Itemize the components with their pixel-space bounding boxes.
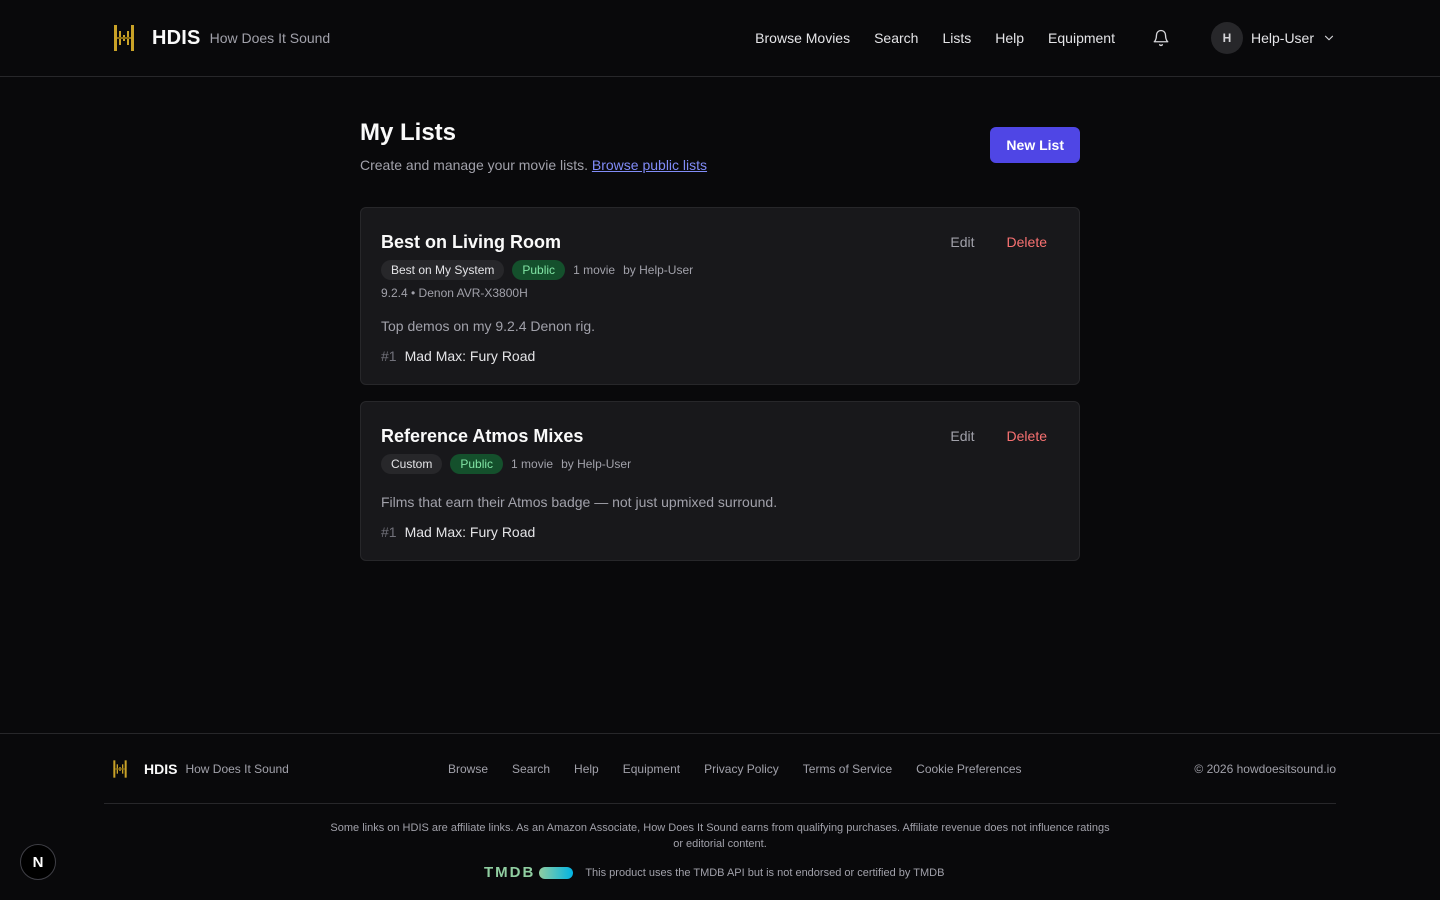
list-meta: Custom Public 1 movie by Help-User <box>381 454 1059 474</box>
brand-tagline: How Does It Sound <box>209 30 331 46</box>
edit-list-button[interactable]: Edit <box>950 428 974 444</box>
nav-equipment[interactable]: Equipment <box>1048 30 1115 46</box>
movie-count: 1 movie <box>573 263 616 277</box>
list-description: Films that earn their Atmos badge — not … <box>381 494 778 510</box>
movie-title: Mad Max: Fury Road <box>404 524 536 540</box>
user-menu-button[interactable]: H Help-User <box>1210 22 1336 54</box>
footer-link-help[interactable]: Help <box>574 762 599 776</box>
footer-link-search[interactable]: Search <box>512 762 550 776</box>
tmdb-pill-icon <box>539 866 574 879</box>
lists-container: Best on Living Room Edit Delete Best on … <box>360 207 1080 561</box>
footer-link-equipment[interactable]: Equipment <box>623 762 680 776</box>
list-actions: Edit Delete <box>950 234 1047 250</box>
movie-rank: #1 <box>381 348 397 364</box>
copyright: © 2026 howdoesitsound.io <box>1194 762 1336 776</box>
list-type-badge: Best on My System <box>381 260 505 280</box>
list-meta: Best on My System Public 1 movie by Help… <box>381 260 1059 280</box>
list-card: Reference Atmos Mixes Edit Delete Custom… <box>360 401 1080 561</box>
list-actions: Edit Delete <box>950 428 1047 444</box>
list-description: Top demos on my 9.2.4 Denon rig. <box>381 318 596 334</box>
hdis-logo-icon <box>114 25 134 51</box>
delete-list-button[interactable]: Delete <box>1007 428 1047 444</box>
page-subtitle: Create and manage your movie lists. Brow… <box>360 157 707 173</box>
movie-title: Mad Max: Fury Road <box>404 348 536 364</box>
footer-link-terms[interactable]: Terms of Service <box>803 762 892 776</box>
main-content: My Lists Create and manage your movie li… <box>360 77 1080 561</box>
list-item[interactable]: #1 Mad Max: Fury Road <box>381 524 1059 540</box>
main-nav: Browse Movies Search Lists Help Equipmen… <box>755 30 1115 46</box>
chevron-down-icon <box>1322 31 1336 45</box>
site-header: HDIS How Does It Sound Browse Movies Sea… <box>0 0 1440 77</box>
list-card: Best on Living Room Edit Delete Best on … <box>360 207 1080 385</box>
visibility-badge: Public <box>512 260 566 280</box>
footer-link-browse[interactable]: Browse <box>448 762 488 776</box>
list-item[interactable]: #1 Mad Max: Fury Road <box>381 348 1059 364</box>
tmdb-note: This product uses the TMDB API but is no… <box>585 866 945 879</box>
visibility-badge: Public <box>450 454 504 474</box>
list-owner: by Help-User <box>623 263 694 277</box>
delete-list-button[interactable]: Delete <box>1007 234 1047 250</box>
system-config: 9.2.4 • Denon AVR-X3800H <box>381 286 528 300</box>
edit-list-button[interactable]: Edit <box>950 234 974 250</box>
avatar: H <box>1210 22 1243 54</box>
tmdb-logo-text: TMDB <box>484 864 536 881</box>
footer-nav: Browse Search Help Equipment Privacy Pol… <box>448 762 1046 776</box>
nextjs-logo-icon: N <box>32 853 44 871</box>
footer-top-row: HDIS How Does It Sound Browse Search Hel… <box>0 734 1440 804</box>
tmdb-logo: TMDB <box>484 864 574 881</box>
nav-lists[interactable]: Lists <box>942 30 971 46</box>
tmdb-attribution: TMDB This product uses the TMDB API but … <box>484 864 944 881</box>
browse-public-lists-link[interactable]: Browse public lists <box>592 157 707 173</box>
site-footer: HDIS How Does It Sound Browse Search Hel… <box>0 733 1440 900</box>
notifications-bell-icon[interactable] <box>1151 28 1171 48</box>
footer-brand-link[interactable]: HDIS How Does It Sound <box>112 757 289 781</box>
nav-search[interactable]: Search <box>874 30 918 46</box>
brand-name: HDIS <box>152 26 201 49</box>
footer-link-cookies[interactable]: Cookie Preferences <box>916 762 1021 776</box>
footer-brand-name: HDIS <box>144 761 178 777</box>
page-title: My Lists <box>360 119 457 146</box>
footer-brand-tagline: How Does It Sound <box>185 762 289 776</box>
footer-link-privacy[interactable]: Privacy Policy <box>704 762 779 776</box>
user-name: Help-User <box>1250 30 1314 46</box>
movie-rank: #1 <box>381 524 397 540</box>
brand-home-link[interactable]: HDIS How Does It Sound <box>112 23 330 53</box>
hdis-logo-icon <box>113 760 127 778</box>
page-subtitle-text: Create and manage your movie lists. <box>360 157 588 173</box>
movie-count: 1 movie <box>511 457 554 471</box>
nav-help[interactable]: Help <box>995 30 1024 46</box>
dev-tools-button[interactable]: N <box>20 844 56 880</box>
new-list-button[interactable]: New List <box>990 127 1080 163</box>
page-header: My Lists Create and manage your movie li… <box>360 77 1080 173</box>
list-type-badge: Custom <box>381 454 443 474</box>
nav-browse-movies[interactable]: Browse Movies <box>755 30 850 46</box>
affiliate-disclosure: Some links on HDIS are affiliate links. … <box>330 822 1110 850</box>
footer-divider <box>104 803 1336 804</box>
list-owner: by Help-User <box>561 457 632 471</box>
